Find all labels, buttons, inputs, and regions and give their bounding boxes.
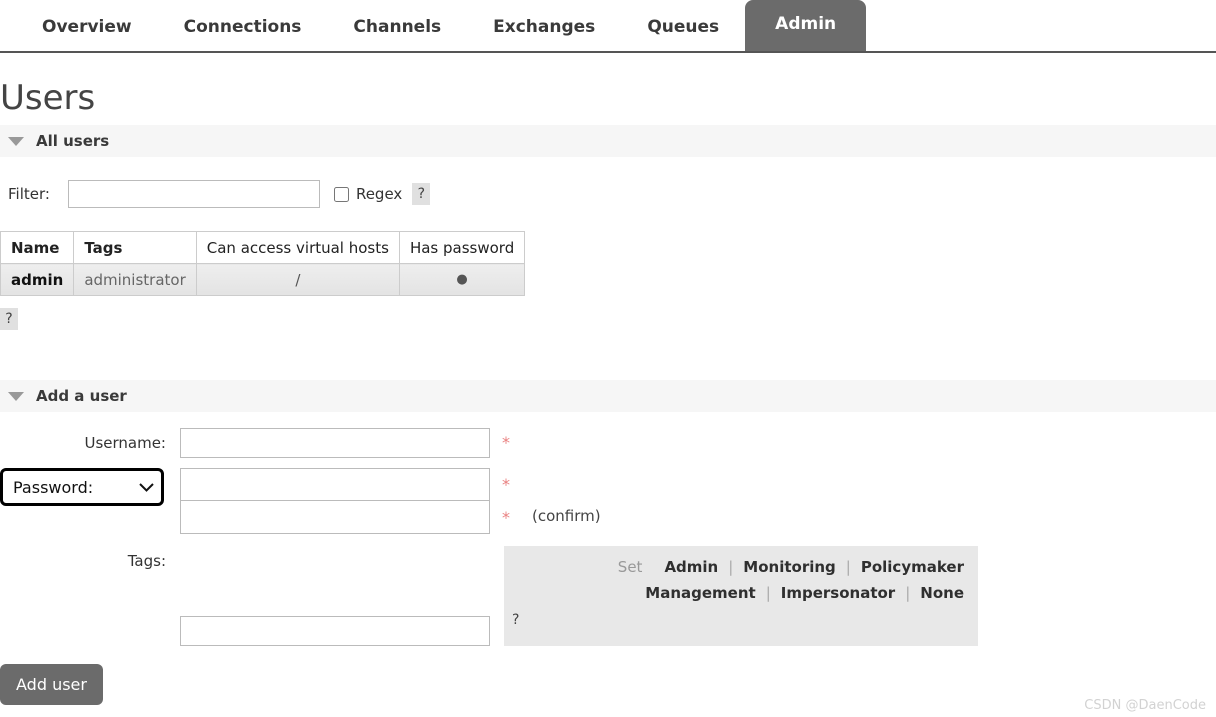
password-confirm-input[interactable] (180, 501, 490, 534)
tab-overview-label: Overview (42, 17, 132, 37)
tags-row: Tags: Set Admin | Monitoring | Policymak… (0, 546, 1216, 646)
tag-separator: | (728, 558, 734, 576)
top-navigation-bar: Overview Connections Channels Exchanges … (0, 0, 1216, 53)
column-header-name[interactable]: Name (0, 231, 75, 264)
tag-link-management[interactable]: Management (645, 584, 755, 602)
tab-overview[interactable]: Overview (16, 17, 158, 51)
tags-input[interactable] (180, 616, 490, 646)
tab-channels-label: Channels (353, 17, 442, 37)
tag-separator: | (765, 584, 771, 602)
table-row[interactable]: admin administrator / ● (0, 263, 526, 296)
section-header-add-user[interactable]: Add a user (0, 380, 1216, 412)
regex-checkbox[interactable] (333, 186, 349, 202)
tags-panel-help-row: ? (512, 610, 964, 628)
users-table-header-row: Name Tags Can access virtual hosts Has p… (0, 231, 526, 264)
tags-set-label: Set (617, 558, 643, 576)
password-line: * (180, 468, 601, 501)
tags-help-icon[interactable]: ? (512, 612, 519, 628)
tag-separator: | (845, 558, 851, 576)
password-row: Password: Password hash: No password * (0, 468, 1216, 534)
cell-user-tags: administrator (73, 263, 197, 296)
tags-input-cell (180, 546, 504, 646)
tab-connections[interactable]: Connections (158, 17, 328, 51)
tag-link-policymaker[interactable]: Policymaker (861, 558, 964, 576)
tab-connections-label: Connections (183, 17, 302, 37)
username-input[interactable] (180, 428, 490, 458)
section-title-all-users: All users (36, 132, 110, 150)
tab-exchanges[interactable]: Exchanges (467, 17, 621, 51)
password-confirm-line: * (confirm) (180, 501, 601, 534)
cell-user-name[interactable]: admin (0, 263, 75, 296)
tab-channels[interactable]: Channels (327, 17, 467, 51)
tab-admin[interactable]: Admin (745, 0, 867, 51)
column-header-has-password[interactable]: Has password (398, 231, 526, 264)
password-confirm-required-marker: * (502, 508, 510, 527)
add-user-form: Username: * Password: Password hash: No … (0, 428, 1216, 705)
nav-tab-list: Overview Connections Channels Exchanges … (0, 0, 1216, 51)
username-label: Username: (84, 434, 166, 452)
filter-input[interactable] (67, 180, 320, 208)
username-required-marker: * (502, 433, 510, 452)
collapse-triangle-icon[interactable] (8, 391, 24, 401)
username-row: Username: * (0, 428, 1216, 458)
tags-label-cell: Tags: (0, 546, 180, 576)
tags-label: Tags: (127, 552, 166, 570)
filter-label: Filter: (8, 185, 50, 203)
password-confirm-label: (confirm) (532, 507, 601, 525)
users-table-help-icon[interactable]: ? (0, 308, 18, 330)
password-select-wrapper: Password: Password hash: No password (0, 468, 180, 506)
tags-preset-panel: Set Admin | Monitoring | Policymaker Man… (504, 546, 978, 646)
tag-separator: | (905, 584, 911, 602)
cell-user-has-password: ● (398, 263, 526, 296)
tab-exchanges-label: Exchanges (493, 17, 596, 37)
tag-link-monitoring[interactable]: Monitoring (743, 558, 835, 576)
section-title-add-user: Add a user (36, 387, 127, 405)
regex-label: Regex (355, 185, 403, 203)
tags-preset-row-2: Management | Impersonator | None (512, 584, 964, 602)
tab-queues[interactable]: Queues (621, 17, 745, 51)
users-table: Name Tags Can access virtual hosts Has p… (0, 231, 526, 296)
filter-row: Filter: Regex ? (0, 179, 1216, 209)
column-header-tags[interactable]: Tags (73, 231, 197, 264)
password-input[interactable] (180, 468, 490, 501)
password-fields: * * (confirm) (180, 468, 601, 534)
page-title: Users (0, 78, 96, 118)
section-header-all-users[interactable]: All users (0, 125, 1216, 157)
column-header-vhosts[interactable]: Can access virtual hosts (195, 231, 400, 264)
password-type-select[interactable]: Password: Password hash: No password (0, 468, 164, 506)
users-table-body: admin administrator / ● (0, 263, 526, 296)
add-user-section: Add a user Username: * Password: Passwor… (0, 380, 1216, 705)
users-table-head: Name Tags Can access virtual hosts Has p… (0, 231, 526, 264)
tags-preset-row-1: Set Admin | Monitoring | Policymaker (512, 558, 964, 576)
tag-link-none[interactable]: None (920, 584, 964, 602)
password-required-marker: * (502, 475, 510, 494)
tab-admin-label: Admin (775, 13, 837, 34)
tag-link-impersonator[interactable]: Impersonator (781, 584, 895, 602)
cell-user-vhosts: / (195, 263, 400, 296)
users-table-help-row: ? (0, 308, 1216, 330)
tag-link-admin[interactable]: Admin (664, 558, 718, 576)
add-user-button[interactable]: Add user (0, 664, 103, 705)
watermark-text: CSDN @DaenCode (1084, 698, 1206, 713)
tab-queues-label: Queues (647, 17, 720, 37)
filter-help-icon[interactable]: ? (412, 183, 431, 205)
collapse-triangle-icon[interactable] (8, 136, 24, 146)
